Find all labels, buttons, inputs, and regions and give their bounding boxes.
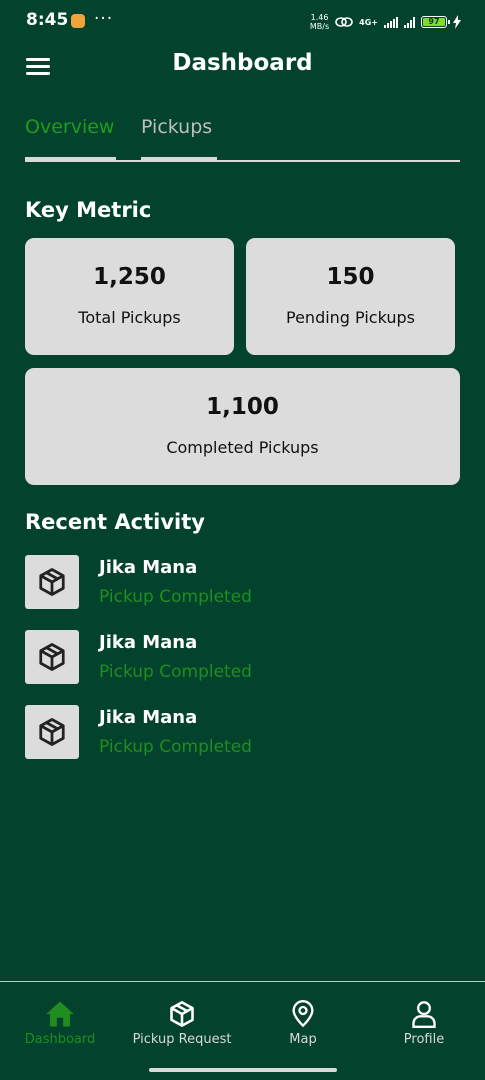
status-time: 8:45	[26, 10, 69, 30]
recent-activity-title: Recent Activity	[25, 510, 205, 534]
charging-icon	[453, 15, 461, 29]
activity-item[interactable]: Jika Mana Pickup Completed	[25, 555, 460, 611]
nav-dashboard[interactable]: Dashboard	[0, 1000, 125, 1047]
user-icon	[412, 1001, 436, 1028]
activity-status: Pickup Completed	[99, 662, 252, 682]
network-speed-value: 1.46	[310, 13, 329, 22]
network-speed: 1.46 MB/s	[310, 13, 329, 31]
metric-label: Pending Pickups	[286, 308, 415, 327]
metric-card-pending-pickups[interactable]: 150 Pending Pickups	[246, 238, 455, 355]
package-box-icon	[25, 630, 79, 684]
more-notifications-icon: ···	[94, 9, 114, 29]
nav-profile[interactable]: Profile	[359, 1000, 485, 1047]
metric-value: 1,250	[93, 264, 166, 290]
metric-card-total-pickups[interactable]: 1,250 Total Pickups	[25, 238, 234, 355]
package-box-icon	[25, 705, 79, 759]
nav-label: Pickup Request	[132, 1032, 232, 1047]
nav-map[interactable]: Map	[238, 1000, 368, 1047]
notification-app-icon	[71, 14, 85, 28]
nav-label: Map	[289, 1032, 317, 1047]
signal-strength-icon-2	[404, 16, 415, 28]
key-metric-title: Key Metric	[25, 198, 152, 222]
status-bar: 8:45 ··· 1.46 MB/s 4G+ 97	[0, 0, 485, 42]
activity-item[interactable]: Jika Mana Pickup Completed	[25, 705, 460, 761]
metric-value: 150	[326, 264, 375, 290]
tab-bar: Overview Pickups	[25, 116, 460, 162]
network-type: 4G+	[359, 17, 378, 27]
signal-strength-icon	[384, 16, 398, 28]
activity-status: Pickup Completed	[99, 587, 252, 607]
activity-item[interactable]: Jika Mana Pickup Completed	[25, 630, 460, 686]
app-header: Dashboard	[0, 44, 485, 88]
metric-card-completed-pickups[interactable]: 1,100 Completed Pickups	[25, 368, 460, 485]
link-icon	[335, 17, 353, 27]
activity-name: Jika Mana	[99, 707, 198, 728]
home-icon	[46, 1001, 74, 1027]
nav-label: Dashboard	[24, 1032, 96, 1047]
page-title: Dashboard	[172, 50, 313, 76]
battery-icon: 97	[421, 16, 450, 28]
bottom-navigation: Dashboard Pickup Request Map Profile	[0, 981, 485, 1080]
activity-status: Pickup Completed	[99, 737, 252, 757]
metric-label: Completed Pickups	[166, 438, 319, 457]
package-box-icon	[170, 1001, 194, 1027]
activity-name: Jika Mana	[99, 632, 198, 653]
home-indicator[interactable]	[149, 1068, 337, 1072]
nav-label: Profile	[403, 1032, 445, 1047]
status-indicators: 1.46 MB/s 4G+ 97	[310, 12, 461, 32]
activity-name: Jika Mana	[99, 557, 198, 578]
nav-pickup-request[interactable]: Pickup Request	[117, 1000, 247, 1047]
metric-value: 1,100	[206, 394, 279, 420]
battery-level: 97	[423, 18, 445, 26]
tab-pickups[interactable]: Pickups	[141, 116, 217, 160]
metric-label: Total Pickups	[78, 308, 181, 327]
tab-overview[interactable]: Overview	[25, 116, 116, 160]
map-pin-icon	[292, 1000, 314, 1028]
package-box-icon	[25, 555, 79, 609]
network-speed-unit: MB/s	[309, 22, 330, 31]
